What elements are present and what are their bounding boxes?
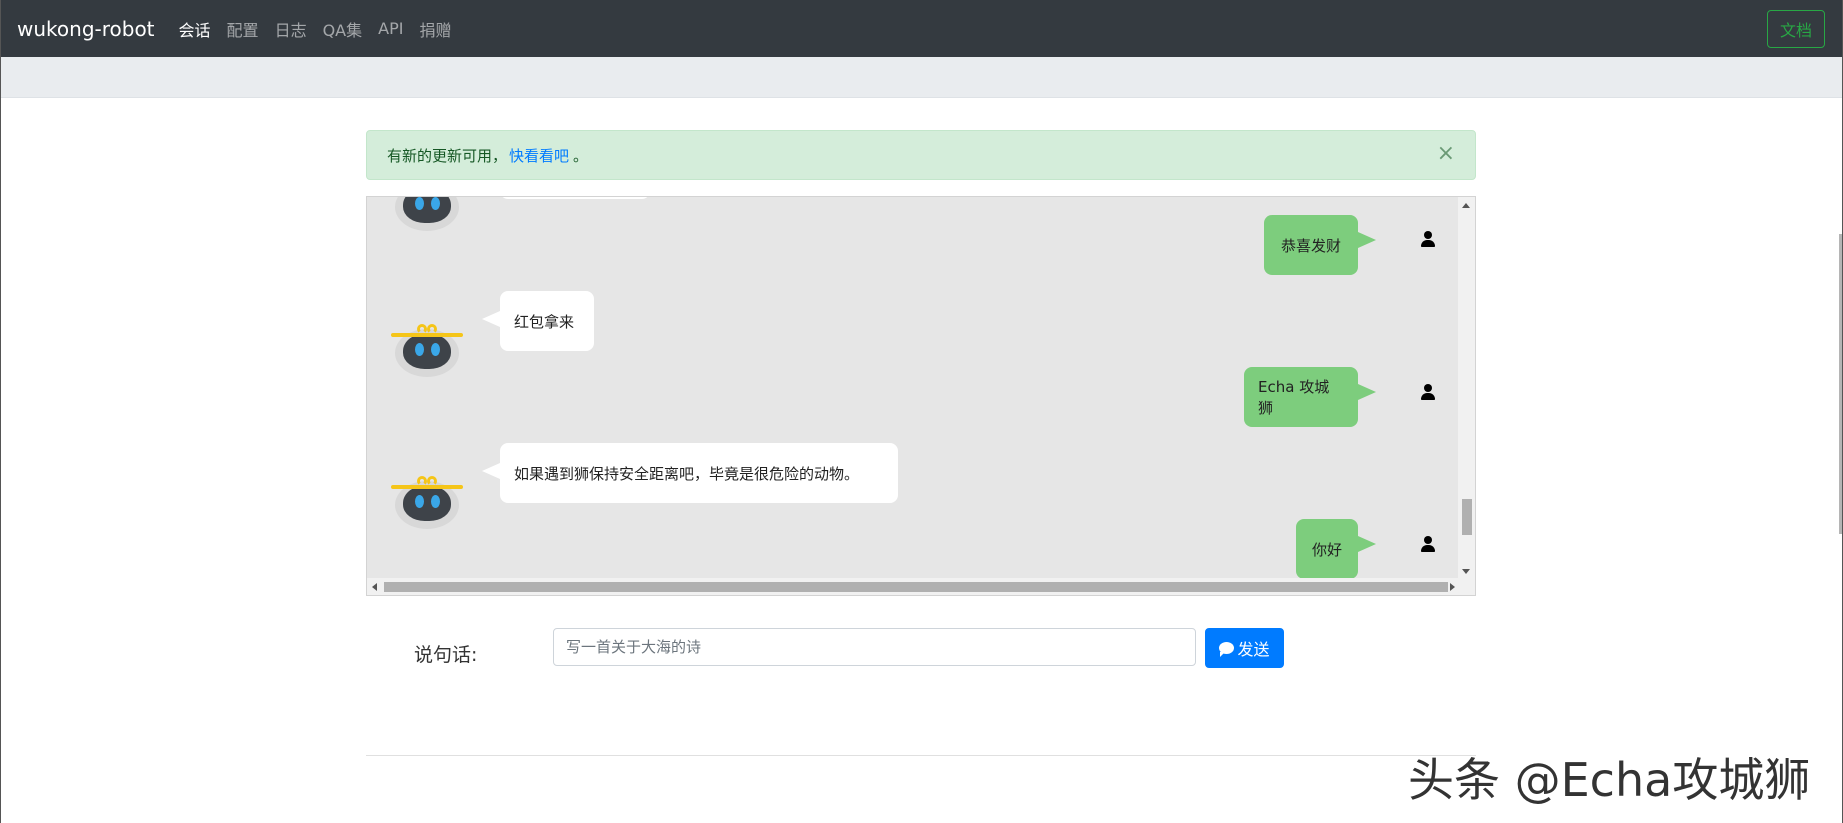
- nav-link-qa[interactable]: QA集: [323, 17, 363, 41]
- chat-bubble-robot: 红包拿来: [482, 291, 594, 351]
- nav-link-chat[interactable]: 会话: [179, 17, 211, 41]
- nav-link-donate[interactable]: 捐赠: [419, 17, 451, 41]
- user-icon: [1421, 536, 1435, 552]
- message-text: 你好: [1311, 540, 1342, 559]
- chat-bubble-robot: 如果遇到狮保持安全距离吧，毕竟是很危险的动物。: [482, 443, 898, 503]
- brand-logo[interactable]: wukong-robot: [17, 17, 155, 41]
- chat-bubble-user: 你好: [1296, 519, 1376, 579]
- send-button[interactable]: 发送: [1205, 628, 1284, 668]
- nav-link-api[interactable]: API: [378, 19, 403, 38]
- watermark: 头条 @Echa攻城狮: [1408, 753, 1811, 807]
- alert-link[interactable]: 快看看吧: [509, 145, 569, 166]
- user-icon: [1421, 231, 1435, 247]
- message-text: Echa 攻城狮: [1258, 378, 1330, 417]
- chat-bubble-robot-partial: [500, 197, 650, 199]
- send-button-label: 发送: [1237, 640, 1270, 659]
- alert-suffix: 。: [573, 146, 589, 165]
- sub-header-bar: [1, 57, 1842, 98]
- chat-vertical-scrollbar[interactable]: [1458, 197, 1475, 580]
- scroll-left-icon[interactable]: [372, 583, 377, 591]
- scroll-down-icon[interactable]: [1462, 569, 1470, 574]
- page-scrollbar[interactable]: [1839, 234, 1842, 534]
- top-navbar: wukong-robot 会话 配置 日志 QA集 API 捐赠 文档: [1, 0, 1842, 57]
- chat-bubble-user: 恭喜发财: [1264, 215, 1376, 275]
- message-text: 红包拿来: [514, 312, 575, 331]
- nav-link-log[interactable]: 日志: [275, 17, 307, 41]
- robot-avatar: [391, 197, 463, 231]
- scrollbar-thumb[interactable]: [1462, 499, 1472, 535]
- chat-horizontal-scrollbar[interactable]: [367, 578, 1475, 595]
- alert-text: 有新的更新可用，: [387, 146, 508, 165]
- message-input[interactable]: [553, 628, 1196, 666]
- scroll-right-icon[interactable]: [1450, 583, 1455, 591]
- comment-icon: [1219, 642, 1235, 657]
- scrollbar-thumb[interactable]: [384, 582, 1448, 592]
- message-text: 如果遇到狮保持安全距离吧，毕竟是很危险的动物。: [514, 464, 860, 483]
- chat-window[interactable]: 恭喜发财 红包拿来 Echa 攻城狮 如果遇到狮保持安全距离吧，毕竟是很危险的动…: [366, 196, 1476, 596]
- close-icon[interactable]: ×: [1437, 143, 1455, 165]
- message-text: 恭喜发财: [1280, 236, 1341, 255]
- docs-button[interactable]: 文档: [1767, 10, 1825, 48]
- scroll-up-icon[interactable]: [1462, 203, 1470, 208]
- robot-avatar: [391, 473, 463, 529]
- app-frame: wukong-robot 会话 配置 日志 QA集 API 捐赠 文档 有新的更…: [0, 0, 1843, 823]
- user-icon: [1421, 384, 1435, 400]
- robot-avatar: [391, 321, 463, 377]
- update-alert: 有新的更新可用， 快看看吧 。 ×: [366, 130, 1476, 180]
- divider: [366, 755, 1476, 756]
- chat-bubble-user: Echa 攻城狮: [1244, 367, 1376, 427]
- nav-link-config[interactable]: 配置: [227, 17, 259, 41]
- input-label: 说句话:: [414, 644, 478, 666]
